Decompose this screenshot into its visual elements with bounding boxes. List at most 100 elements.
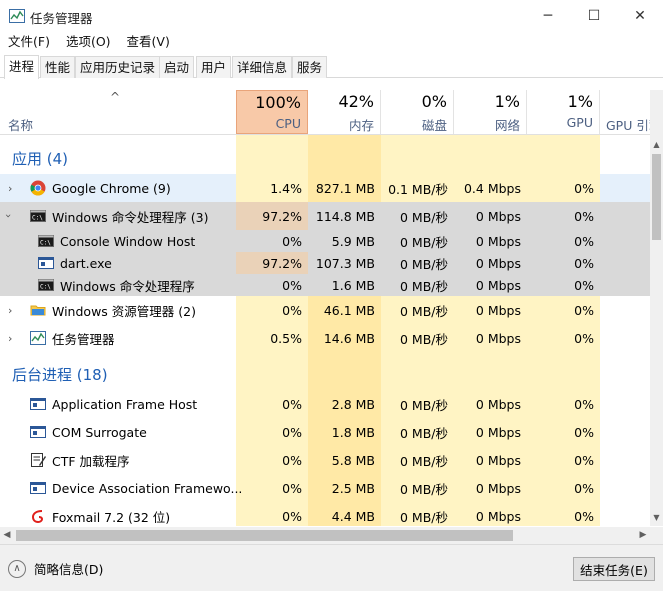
chevron-up-icon: ∧ [8,559,26,578]
gpu-value: 0% [574,277,594,293]
name-column-header[interactable]: ^ 名称 [0,90,236,134]
cpu-column-header[interactable]: 100% CPU [236,90,308,134]
gpu-value: 0% [574,480,594,496]
network-value: 0 Mbps [475,208,521,224]
menu-view[interactable]: 查看(V) [119,32,178,52]
gpu-value: 0% [574,508,594,524]
fewer-details-label: 简略信息(D) [34,562,104,577]
memory-value: 114.8 MB [315,208,375,224]
footer-bar: ∧ 简略信息(D) 结束任务(E) [0,544,663,591]
expand-chevron-icon[interactable]: › [8,296,12,324]
tab-startup[interactable]: 启动 [159,56,195,78]
disk-value: 0 MB/秒 [400,278,448,294]
network-header-label: 网络 [494,118,520,133]
memory-column-header[interactable]: 42% 内存 [308,90,381,134]
expand-chevron-icon[interactable]: › [8,324,12,352]
close-icon: ✕ [634,8,646,24]
gpu-value: 0% [574,424,594,440]
process-name: dart.exe [60,255,112,271]
process-name: Google Chrome (9) [52,180,171,196]
vertical-scroll-thumb[interactable] [652,154,661,240]
table-row[interactable]: › C:\ Windows 命令处理程序 (3) 97.2% 114.8 MB … [0,202,650,230]
table-row[interactable]: C:\ Windows 命令处理程序 0% 1.6 MB 0 MB/秒 0 Mb… [0,274,650,296]
scroll-right-icon[interactable]: ▶ [636,527,650,544]
table-row[interactable]: › Windows 资源管理器 (2) 0% 46.1 MB 0 MB/秒 0 … [0,296,650,324]
network-value: 0 Mbps [475,424,521,440]
maximize-button[interactable]: ☐ [571,0,617,32]
console-icon: C:\ [30,210,46,222]
gpu-engine-header-label: GPU 引擎 [606,118,650,133]
memory-value: 5.9 MB [331,233,375,249]
tab-performance[interactable]: 性能 [40,56,76,78]
table-row[interactable]: Application Frame Host 0% 2.8 MB 0 MB/秒 … [0,390,650,418]
cpu-value: 97.2% [262,255,302,271]
close-button[interactable]: ✕ [617,0,663,32]
gpu-column-header[interactable]: 1% GPU [527,90,600,134]
console-icon: C:\ [38,279,54,291]
gpu-value: 0% [574,396,594,412]
disk-total: 0% [421,92,447,111]
table-row[interactable]: COM Surrogate 0% 1.8 MB 0 MB/秒 0 Mbps 0% [0,418,650,446]
disk-column-header[interactable]: 0% 磁盘 [381,90,454,134]
disk-value: 0 MB/秒 [400,256,448,272]
folder-icon [30,305,46,316]
scroll-left-icon[interactable]: ◀ [0,527,14,544]
cpu-total: 100% [255,93,301,112]
gpu-value: 0% [574,452,594,468]
tab-services[interactable]: 服务 [292,56,328,78]
fewer-details-button[interactable]: ∧ 简略信息(D) [8,559,103,578]
memory-total: 42% [338,92,374,111]
memory-header-label: 内存 [348,118,374,133]
cpu-value: 0.5% [270,330,302,346]
header-divider [0,134,650,135]
menu-bar: 文件(F) 选项(O) 查看(V) [0,32,178,52]
table-row[interactable]: CTF 加载程序 0% 5.8 MB 0 MB/秒 0 Mbps 0% [0,446,650,474]
menu-options[interactable]: 选项(O) [58,32,119,52]
process-name: Console Window Host [60,233,196,249]
disk-value: 0 MB/秒 [400,303,448,319]
table-row[interactable]: Foxmail 7.2 (32 位) 0% 4.4 MB 0 MB/秒 0 Mb… [0,502,650,526]
cpu-value: 0% [282,480,302,496]
network-column-header[interactable]: 1% 网络 [454,90,527,134]
cpu-value: 0% [282,508,302,524]
gpu-engine-column-header[interactable]: GPU 引擎 [600,90,650,134]
memory-value: 107.3 MB [315,255,375,271]
tab-processes[interactable]: 进程 [4,55,40,79]
process-name: CTF 加载程序 [52,453,130,469]
cpu-value: 0% [282,233,302,249]
end-task-button[interactable]: 结束任务(E) [573,557,655,581]
table-row[interactable]: › Google Chrome (9) 1.4% 827.1 MB 0.1 MB… [0,174,650,202]
table-row[interactable]: Device Association Framewo... 0% 2.5 MB … [0,474,650,502]
vertical-scrollbar[interactable]: ▲ ▼ [650,90,663,526]
table-row[interactable]: dart.exe 97.2% 107.3 MB 0 MB/秒 0 Mbps 0% [0,252,650,274]
disk-value: 0 MB/秒 [400,425,448,441]
tab-details[interactable]: 详细信息 [232,56,293,78]
collapse-chevron-icon[interactable]: › [0,214,23,218]
horizontal-scroll-thumb[interactable] [16,530,513,541]
disk-value: 0 MB/秒 [400,234,448,250]
process-name: COM Surrogate [52,424,147,440]
disk-header-label: 磁盘 [421,118,447,133]
process-name: 任务管理器 [52,331,115,347]
horizontal-scrollbar[interactable]: ◀ ▶ [0,527,663,544]
cpu-value: 0% [282,277,302,293]
title-bar: 任务管理器 ─ ☐ ✕ [0,0,663,32]
tab-users[interactable]: 用户 [196,56,232,78]
table-row[interactable]: C:\ Console Window Host 0% 5.9 MB 0 MB/秒… [0,230,650,252]
process-name: Windows 命令处理程序 (3) [52,209,209,225]
sort-arrow-icon: ^ [110,90,121,104]
app-window-icon [30,426,46,438]
menu-file[interactable]: 文件(F) [0,32,58,52]
minimize-button[interactable]: ─ [525,0,571,32]
scroll-down-icon[interactable]: ▼ [650,511,663,525]
disk-value: 0 MB/秒 [400,453,448,469]
disk-value: 0 MB/秒 [400,331,448,347]
cpu-value: 0% [282,424,302,440]
svg-text:C:\: C:\ [40,240,51,247]
expand-chevron-icon[interactable]: › [8,174,12,202]
maximize-icon: ☐ [587,8,601,24]
table-row[interactable]: › 任务管理器 0.5% 14.6 MB 0 MB/秒 0 Mbps 0% [0,324,650,352]
network-value: 0.4 Mbps [463,180,521,196]
tab-app-history[interactable]: 应用历史记录 [75,56,161,78]
scroll-up-icon[interactable]: ▲ [650,138,663,152]
